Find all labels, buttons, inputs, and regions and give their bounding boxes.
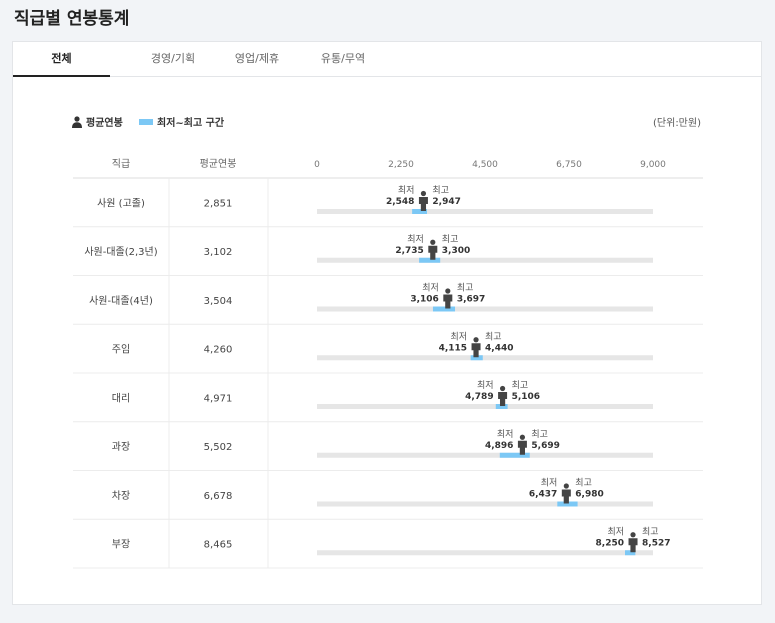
max-label: 최고 <box>531 429 548 440</box>
max-label: 최고 <box>442 234 459 245</box>
rank-label: 과장 <box>112 441 130 453</box>
rank-label: 사원-대졸(2,3년) <box>84 246 157 258</box>
avg-person-marker <box>561 483 571 504</box>
avg-value: 4,971 <box>204 393 233 404</box>
max-label: 최고 <box>457 283 474 294</box>
min-label: 최저 <box>450 331 467 342</box>
min-value: 3,106 <box>410 295 438 305</box>
avg-person-marker <box>471 337 481 358</box>
header-avg: 평균연봉 <box>200 158 237 170</box>
max-label: 최고 <box>512 380 529 391</box>
avg-person-marker <box>628 532 638 553</box>
avg-value: 5,502 <box>204 442 233 453</box>
salary-track-bar <box>317 306 653 312</box>
min-label: 최저 <box>541 478 558 489</box>
max-label: 최고 <box>432 185 449 196</box>
x-tick-label: 6,750 <box>556 160 582 170</box>
avg-person-marker <box>418 190 428 211</box>
max-value: 4,440 <box>485 343 513 353</box>
max-label: 최고 <box>642 526 659 537</box>
rank-label: 차장 <box>112 490 130 502</box>
x-tick-label: 4,500 <box>472 160 498 170</box>
max-value: 5,699 <box>531 441 559 451</box>
salary-track-bar <box>317 452 653 458</box>
min-label: 최저 <box>407 234 424 245</box>
salary-card: 전체 경영/기획 영업/제휴 유통/무역 평균연봉 최저~최고 구간 (단위:만… <box>12 41 762 605</box>
salary-chart: 직급 평균연봉 0 2,250 4,500 6,750 9,000 사원 (고졸) 2,851 최… <box>73 158 703 569</box>
salary-track-bar <box>317 209 653 214</box>
avg-person-marker <box>517 434 527 455</box>
page-title: 직급별 연봉통계 <box>14 9 130 29</box>
salary-range-bar <box>499 452 530 458</box>
rank-label: 사원 (고졸) <box>97 197 145 209</box>
avg-value: 8,465 <box>204 540 233 551</box>
salary-track-bar <box>317 404 653 409</box>
max-value: 3,300 <box>442 246 470 256</box>
max-value: 3,697 <box>457 295 485 305</box>
avg-person-marker <box>443 288 453 309</box>
min-value: 2,548 <box>386 197 414 207</box>
salary-range-bar <box>432 306 456 312</box>
avg-person-marker <box>498 385 508 406</box>
rank-label: 주임 <box>112 343 130 356</box>
min-label: 최저 <box>398 185 415 196</box>
min-value: 6,437 <box>529 490 557 500</box>
rank-label: 부장 <box>112 539 130 551</box>
min-value: 8,250 <box>596 538 624 548</box>
header-rank: 직급 <box>112 158 130 170</box>
avg-value: 4,260 <box>204 345 233 356</box>
avg-value: 6,678 <box>204 491 233 502</box>
min-value: 2,735 <box>395 246 423 256</box>
max-value: 5,106 <box>512 392 540 402</box>
salary-track-bar <box>317 550 653 556</box>
max-value: 6,980 <box>575 490 603 500</box>
min-value: 4,789 <box>465 392 493 402</box>
min-label: 최저 <box>422 283 439 294</box>
max-label: 최고 <box>575 478 592 489</box>
salary-track-bar <box>317 501 653 507</box>
max-label: 최고 <box>485 331 502 342</box>
salary-track-bar <box>317 355 653 361</box>
min-label: 최저 <box>607 526 624 537</box>
avg-value: 2,851 <box>204 198 233 209</box>
max-value: 2,947 <box>432 197 460 207</box>
rank-label: 대리 <box>112 392 130 404</box>
avg-person-marker <box>428 239 438 260</box>
rank-label: 사원-대졸(4년) <box>89 295 153 307</box>
avg-value: 3,102 <box>204 247 233 258</box>
min-value: 4,896 <box>485 441 513 451</box>
x-tick-label: 2,250 <box>388 160 414 170</box>
avg-value: 3,504 <box>204 296 233 307</box>
max-value: 8,527 <box>642 538 670 548</box>
x-tick-label: 9,000 <box>640 160 666 170</box>
salary-range-bar <box>419 257 441 263</box>
salary-track-bar <box>317 257 653 263</box>
min-value: 4,115 <box>439 343 467 353</box>
min-label: 최저 <box>497 429 514 440</box>
min-label: 최저 <box>477 380 494 391</box>
x-tick-label: 0 <box>314 160 320 170</box>
